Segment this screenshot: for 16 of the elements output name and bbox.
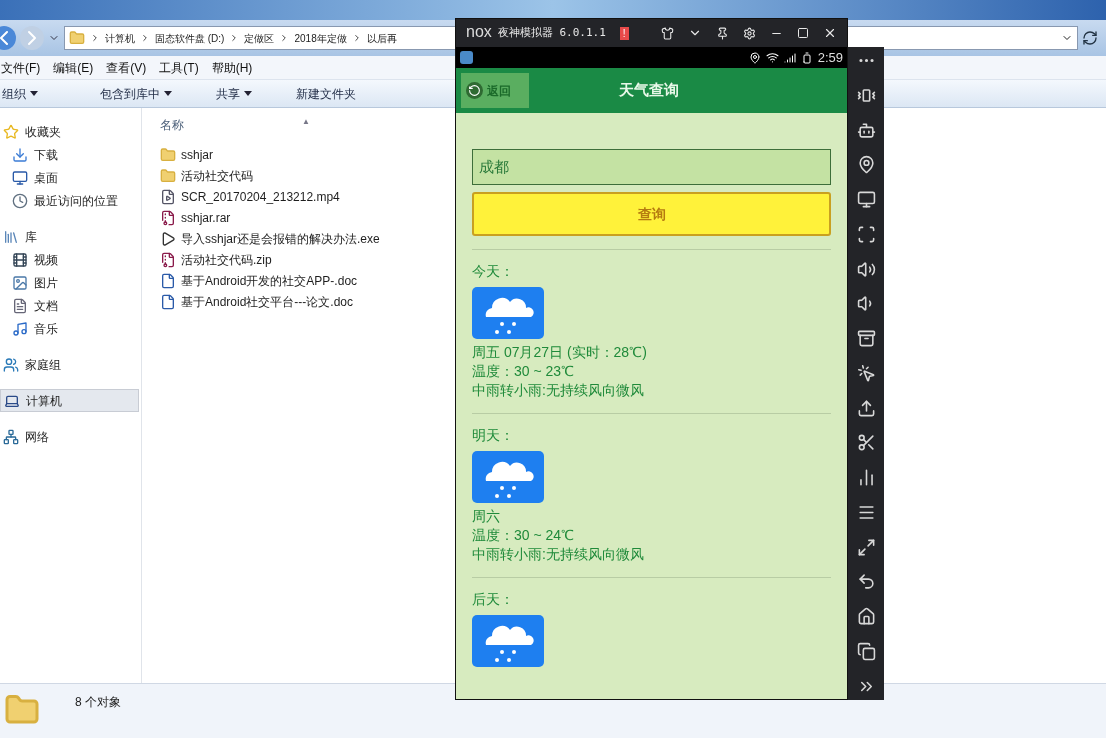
app-logo: nox <box>466 21 492 42</box>
day-label: 后天： <box>472 590 515 609</box>
sort-caret-icon: ▲ <box>302 116 310 128</box>
day-label: 今天： <box>472 262 515 281</box>
temperature-text: 温度：30 ~ 24℃ <box>472 526 576 545</box>
weather-description: 中雨转小雨:无持续风向微风 <box>472 545 645 564</box>
screen-title: 天气查询 <box>619 80 679 101</box>
date-text: 周五 07月27日 (实时：28℃) <box>472 343 648 362</box>
date-text: 周六 <box>472 507 501 526</box>
weather-description: 中雨转小雨:无持续风向微风 <box>472 381 645 400</box>
day-label: 明天： <box>472 426 515 445</box>
status-text: 8 个对象 <box>75 694 121 711</box>
clock-time: 2:59 <box>817 48 843 67</box>
window-title: 夜神模拟器 6.0.1.1 <box>497 24 606 41</box>
temperature-text: 温度：30 ~ 23℃ <box>472 362 576 381</box>
alert-badge: ! <box>619 26 629 40</box>
